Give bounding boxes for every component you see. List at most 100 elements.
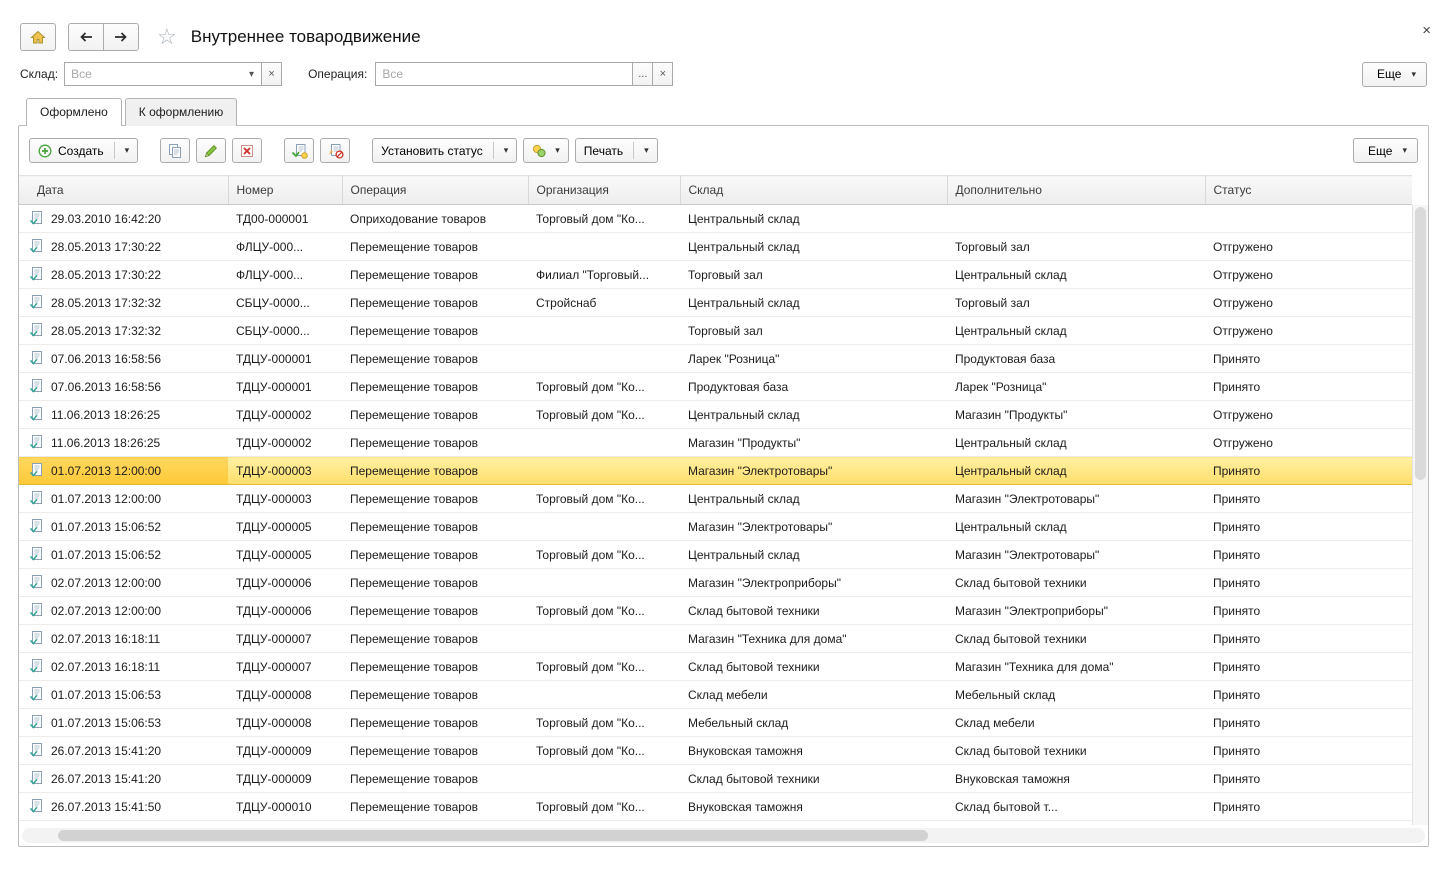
cell-organization[interactable]: Торговый дом "Ко... [528, 373, 680, 401]
cell-date[interactable]: 02.07.2013 12:00:00 [19, 569, 228, 597]
cell-date[interactable]: 01.07.2013 15:06:52 [19, 541, 228, 569]
table-row[interactable]: 11.06.2013 18:26:25 ТДЦУ-000002 Перемеще… [19, 429, 1412, 457]
cell-additional[interactable]: Магазин "Электротовары" [947, 485, 1205, 513]
cell-organization[interactable] [528, 317, 680, 345]
cell-organization[interactable] [528, 569, 680, 597]
cell-warehouse[interactable]: Внуковская таможня [680, 737, 947, 765]
cell-status[interactable]: Принято [1205, 737, 1412, 765]
cell-number[interactable]: ТДЦУ-000008 [228, 709, 342, 737]
cell-number[interactable]: ТДЦУ-000009 [228, 765, 342, 793]
cell-organization[interactable]: Стройснаб [528, 289, 680, 317]
cell-additional[interactable]: Склад мебели [947, 709, 1205, 737]
cell-status[interactable]: Принято [1205, 373, 1412, 401]
cell-status[interactable]: Принято [1205, 681, 1412, 709]
cell-warehouse[interactable]: Магазин "Техника для дома" [680, 625, 947, 653]
cell-operation[interactable]: Перемещение товаров [342, 709, 528, 737]
column-header-organization[interactable]: Организация [528, 176, 680, 205]
cell-date[interactable]: 11.06.2013 18:26:25 [19, 429, 228, 457]
cell-number[interactable]: ТДЦУ-000008 [228, 681, 342, 709]
cell-status[interactable]: Отгружено [1205, 401, 1412, 429]
table-row[interactable]: 26.07.2013 15:41:20 ТДЦУ-000009 Перемеще… [19, 737, 1412, 765]
cell-number[interactable]: ТДЦУ-000007 [228, 625, 342, 653]
cell-additional[interactable]: Торговый зал [947, 233, 1205, 261]
table-row[interactable]: 02.07.2013 16:18:11 ТДЦУ-000007 Перемеще… [19, 625, 1412, 653]
cell-additional[interactable]: Склад бытовой техники [947, 737, 1205, 765]
table-row[interactable]: 01.07.2013 15:06:53 ТДЦУ-000008 Перемеще… [19, 681, 1412, 709]
cell-organization[interactable]: Торговый дом "Ко... [528, 597, 680, 625]
cell-status[interactable]: Принято [1205, 793, 1412, 821]
operation-choose-button[interactable]: ... [632, 62, 653, 86]
cell-number[interactable]: ТДЦУ-000006 [228, 569, 342, 597]
cell-operation[interactable]: Оприходование товаров [342, 205, 528, 233]
cell-status[interactable] [1205, 205, 1412, 233]
home-button[interactable] [20, 23, 56, 51]
column-header-warehouse[interactable]: Склад [680, 176, 947, 205]
cell-date[interactable]: 07.06.2013 16:58:56 [19, 373, 228, 401]
cell-organization[interactable] [528, 345, 680, 373]
table-row[interactable]: 01.07.2013 15:06:52 ТДЦУ-000005 Перемеще… [19, 541, 1412, 569]
table-row[interactable]: 28.05.2013 17:30:22 ФЛЦУ-000... Перемеще… [19, 261, 1412, 289]
cell-warehouse[interactable]: Ларек "Розница" [680, 345, 947, 373]
cell-number[interactable]: ТДЦУ-000010 [228, 793, 342, 821]
cell-additional[interactable] [947, 205, 1205, 233]
cell-number[interactable]: ТДЦУ-000007 [228, 653, 342, 681]
vertical-scrollbar-thumb[interactable] [1415, 207, 1426, 480]
cell-operation[interactable]: Перемещение товаров [342, 653, 528, 681]
cell-warehouse[interactable]: Центральный склад [680, 541, 947, 569]
cell-status[interactable]: Отгружено [1205, 317, 1412, 345]
post-document-button[interactable] [284, 138, 314, 163]
cell-operation[interactable]: Перемещение товаров [342, 681, 528, 709]
cell-warehouse[interactable]: Продуктовая база [680, 373, 947, 401]
cell-operation[interactable]: Перемещение товаров [342, 737, 528, 765]
cell-date[interactable]: 26.07.2013 15:41:20 [19, 737, 228, 765]
cell-warehouse[interactable]: Центральный склад [680, 205, 947, 233]
cell-warehouse[interactable]: Торговый зал [680, 261, 947, 289]
tab-oformleno[interactable]: Оформлено [26, 98, 122, 126]
cell-status[interactable]: Принято [1205, 541, 1412, 569]
cell-operation[interactable]: Перемещение товаров [342, 401, 528, 429]
table-row[interactable]: 29.03.2010 16:42:20 ТД00-000001 Оприходо… [19, 205, 1412, 233]
cell-number[interactable]: ТД00-000001 [228, 205, 342, 233]
cell-organization[interactable] [528, 233, 680, 261]
warehouse-clear-button[interactable]: × [261, 62, 282, 86]
cell-warehouse[interactable]: Центральный склад [680, 485, 947, 513]
cell-additional[interactable]: Центральный склад [947, 457, 1205, 485]
cell-number[interactable]: ТДЦУ-000002 [228, 429, 342, 457]
table-row[interactable]: 26.07.2013 15:41:20 ТДЦУ-000009 Перемеще… [19, 765, 1412, 793]
cell-operation[interactable]: Перемещение товаров [342, 373, 528, 401]
cell-number[interactable]: ФЛЦУ-000... [228, 261, 342, 289]
cell-operation[interactable]: Перемещение товаров [342, 345, 528, 373]
cell-additional[interactable]: Магазин "Техника для дома" [947, 653, 1205, 681]
cell-date[interactable]: 02.07.2013 16:18:11 [19, 625, 228, 653]
table-row[interactable]: 01.07.2013 12:00:00 ТДЦУ-000003 Перемеще… [19, 457, 1412, 485]
cell-organization[interactable]: Торговый дом "Ко... [528, 709, 680, 737]
cell-operation[interactable]: Перемещение товаров [342, 233, 528, 261]
tab-k-oformleniyu[interactable]: К оформлению [125, 98, 237, 126]
cell-number[interactable]: ТДЦУ-000001 [228, 373, 342, 401]
cell-operation[interactable]: Перемещение товаров [342, 457, 528, 485]
forward-button[interactable] [103, 23, 139, 51]
cell-additional[interactable]: Магазин "Электроприборы" [947, 597, 1205, 625]
toolbar-more-button[interactable]: Еще ▾ [1353, 138, 1418, 163]
cell-status[interactable]: Принято [1205, 625, 1412, 653]
table-row[interactable]: 28.05.2013 17:30:22 ФЛЦУ-000... Перемеще… [19, 233, 1412, 261]
cell-additional[interactable]: Центральный склад [947, 513, 1205, 541]
cell-warehouse[interactable]: Склад бытовой техники [680, 597, 947, 625]
cell-warehouse[interactable]: Магазин "Продукты" [680, 429, 947, 457]
cell-warehouse[interactable]: Магазин "Электротовары" [680, 457, 947, 485]
cell-warehouse[interactable]: Центральный склад [680, 401, 947, 429]
cell-operation[interactable]: Перемещение товаров [342, 289, 528, 317]
cell-date[interactable]: 26.07.2013 15:41:50 [19, 793, 228, 821]
cell-date[interactable]: 28.05.2013 17:32:32 [19, 317, 228, 345]
table-row[interactable]: 28.05.2013 17:32:32 СБЦУ-0000... Перемещ… [19, 289, 1412, 317]
unpost-document-button[interactable] [320, 138, 350, 163]
cell-warehouse[interactable]: Торговый зал [680, 317, 947, 345]
cell-date[interactable]: 28.05.2013 17:32:32 [19, 289, 228, 317]
cell-date[interactable]: 02.07.2013 16:18:11 [19, 653, 228, 681]
column-header-operation[interactable]: Операция [342, 176, 528, 205]
table-row[interactable]: 01.07.2013 15:06:53 ТДЦУ-000008 Перемеще… [19, 709, 1412, 737]
cell-operation[interactable]: Перемещение товаров [342, 597, 528, 625]
cell-operation[interactable]: Перемещение товаров [342, 317, 528, 345]
cell-number[interactable]: ТДЦУ-000002 [228, 401, 342, 429]
cell-operation[interactable]: Перемещение товаров [342, 513, 528, 541]
